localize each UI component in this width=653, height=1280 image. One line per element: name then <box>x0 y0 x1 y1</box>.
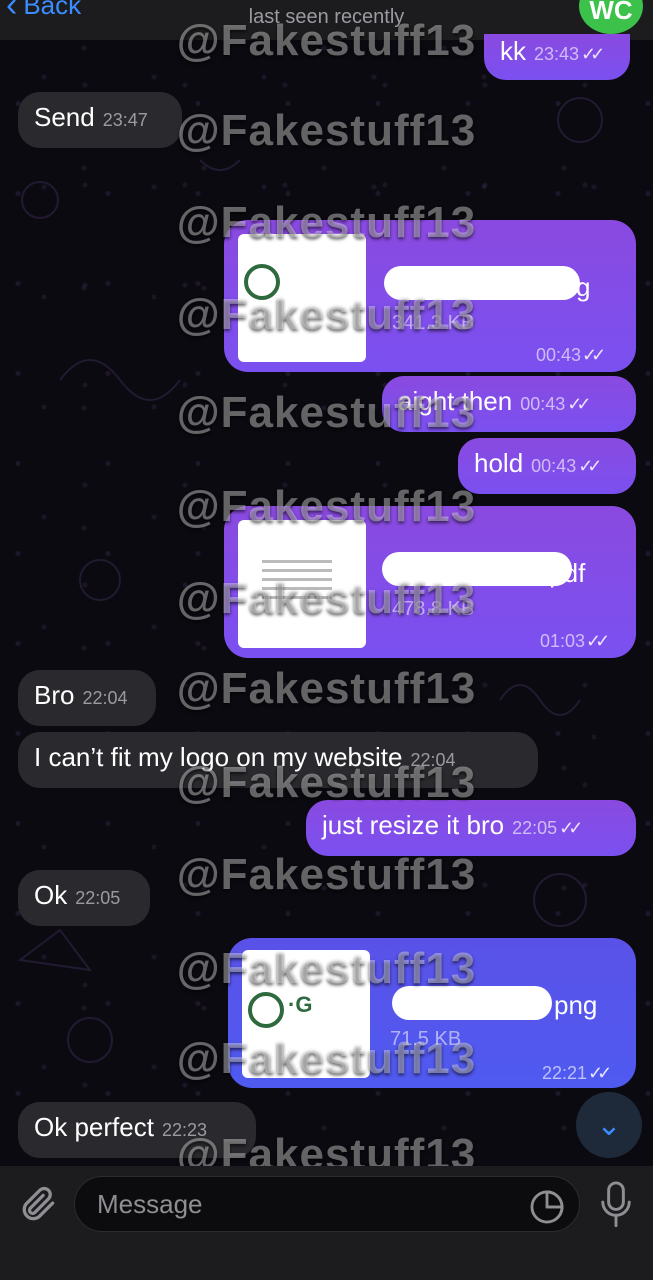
message-placeholder: Message <box>97 1188 203 1219</box>
message-text: Send <box>34 102 95 132</box>
message-time: 01:03 ✓✓ <box>540 631 610 651</box>
message-bubble-incoming[interactable]: I can’t fit my logo on my website 22:04 <box>18 732 538 788</box>
message-text: Ok <box>34 880 68 910</box>
double-check-icon: ✓✓ <box>581 44 605 64</box>
microphone-icon[interactable] <box>598 1180 634 1230</box>
file-size: 478.8 KB <box>392 598 475 620</box>
double-check-icon: ✓✓ <box>578 456 602 476</box>
message-time: 23:43 <box>534 44 580 64</box>
file-message-outgoing[interactable]: g 341.3 KB 00:43 ✓✓ <box>224 220 636 372</box>
double-check-icon: ✓✓ <box>586 631 610 651</box>
message-text: Bro <box>34 680 75 710</box>
message-bubble-incoming[interactable]: Send 23:47 <box>18 92 182 148</box>
message-time: 00:43 <box>531 456 577 476</box>
double-check-icon: ✓✓ <box>588 1063 612 1083</box>
file-name: .pdf <box>542 558 586 588</box>
message-text: I can’t fit my logo on my website <box>34 742 403 772</box>
sticker-icon[interactable] <box>528 1188 566 1226</box>
paperclip-icon[interactable] <box>16 1182 60 1226</box>
file-thumbnail[interactable] <box>238 234 366 362</box>
message-time: 22:04 <box>82 688 128 708</box>
message-text: aight then <box>398 386 513 416</box>
message-bubble-outgoing[interactable]: kk 23:43 ✓✓ <box>484 34 630 80</box>
message-time: 00:43 <box>520 394 566 414</box>
message-time: 22:05 <box>512 818 558 838</box>
scroll-to-bottom-button[interactable]: ⌄ <box>576 1092 642 1158</box>
file-message-outgoing[interactable]: .pdf 478.8 KB 01:03 ✓✓ <box>224 506 636 658</box>
file-name: g <box>576 272 591 302</box>
file-thumbnail[interactable] <box>238 520 366 648</box>
message-bubble-incoming[interactable]: Bro 22:04 <box>18 670 156 726</box>
message-composer: Message <box>0 1166 653 1280</box>
logo-icon <box>248 992 284 1028</box>
message-bubble-outgoing[interactable]: aight then 00:43 ✓✓ <box>382 376 636 432</box>
file-name: png <box>554 990 598 1020</box>
logo-text-icon: ·G <box>288 992 313 1017</box>
message-time: 23:47 <box>102 110 148 130</box>
message-time: 22:21 ✓✓ <box>542 1063 612 1083</box>
double-check-icon: ✓✓ <box>567 394 591 414</box>
message-bubble-outgoing[interactable]: hold 00:43 ✓✓ <box>458 438 636 494</box>
double-check-icon: ✓✓ <box>582 345 606 365</box>
file-thumbnail[interactable]: ·G <box>242 950 370 1078</box>
redaction-mark <box>392 986 552 1020</box>
message-time: 22:05 <box>75 888 121 908</box>
chevron-down-icon: ⌄ <box>596 1108 622 1142</box>
message-text: just resize it bro <box>322 810 505 840</box>
message-text: kk <box>500 36 526 66</box>
message-text: Ok perfect <box>34 1112 154 1142</box>
message-bubble-outgoing[interactable]: just resize it bro 22:05 ✓✓ <box>306 800 636 856</box>
double-check-icon: ✓✓ <box>559 818 583 838</box>
message-bubble-incoming[interactable]: Ok 22:05 <box>18 870 150 926</box>
message-time: 22:04 <box>410 750 456 770</box>
message-time: 00:43 ✓✓ <box>536 345 606 365</box>
document-icon <box>262 560 332 605</box>
message-time: 22:23 <box>161 1120 207 1140</box>
contact-status: last seen recently <box>248 6 405 28</box>
file-message-outgoing[interactable]: ·G png 71.5 KB 22:21 ✓✓ <box>228 938 636 1088</box>
message-text: hold <box>474 448 524 478</box>
file-size: 71.5 KB <box>390 1028 462 1050</box>
file-size: 341.3 KB <box>392 312 475 334</box>
message-input[interactable]: Message <box>74 1176 580 1232</box>
redaction-mark <box>384 266 580 300</box>
logo-icon <box>244 264 280 300</box>
message-bubble-incoming[interactable]: Ok perfect 22:23 <box>18 1102 256 1158</box>
